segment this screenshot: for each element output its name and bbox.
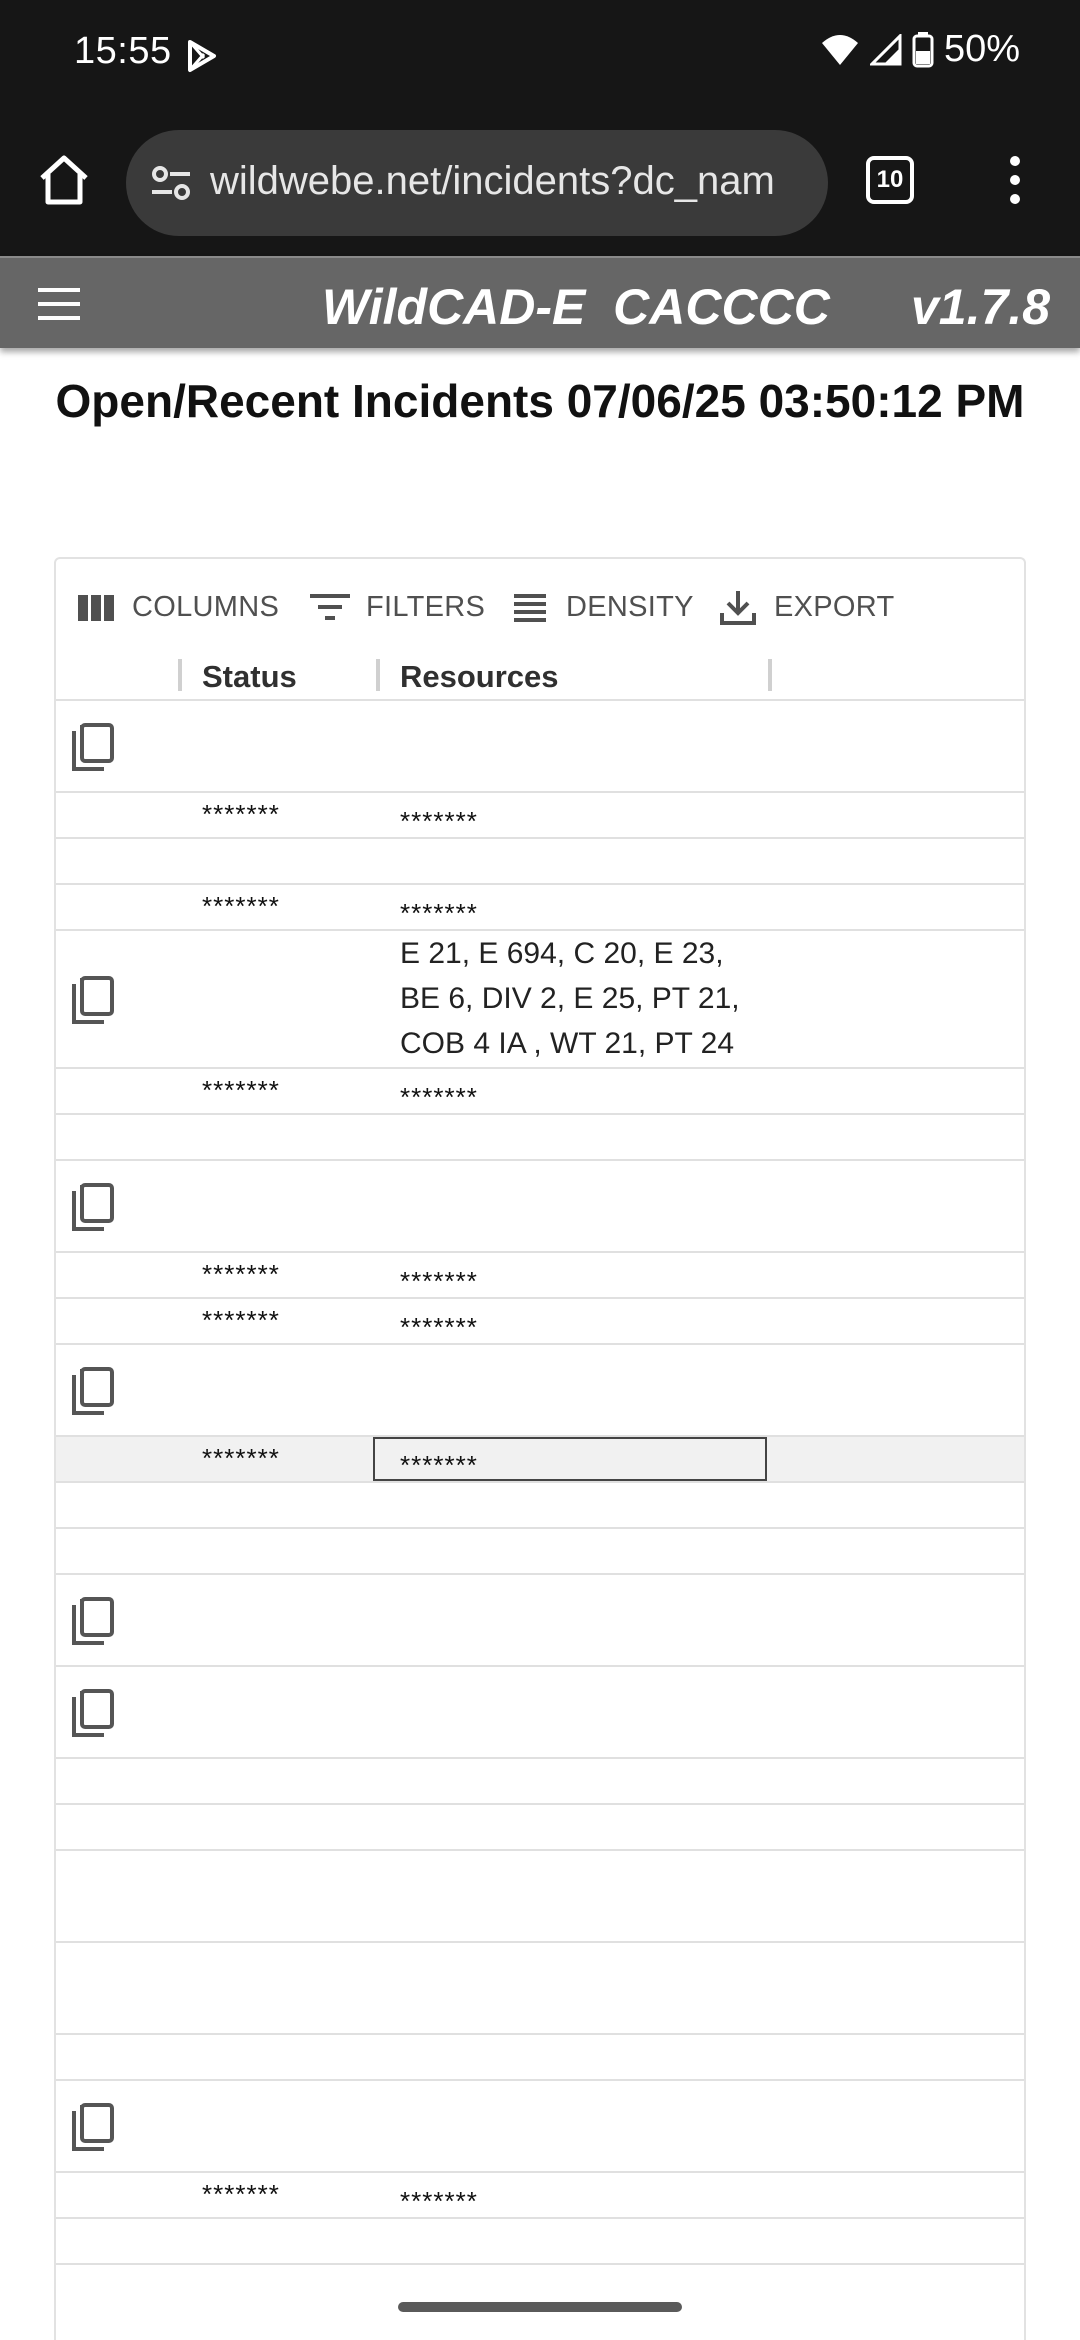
status-cell[interactable]: ******* [202,1259,280,1290]
resources-cell[interactable]: ******* [400,1305,760,1350]
grid-rows: ******* ******* ******* ******* E 21, E 694,… [56,701,1024,2265]
density-button[interactable]: DENSITY [508,585,694,629]
grid-toolbar: COLUMNS FILTERS DENSITY EXPORT [56,559,1024,653]
columns-button[interactable]: COLUMNS [74,585,279,629]
table-row[interactable]: E 21, E 694, C 20, E 23, BE 6, DIV 2, E … [56,931,1024,1069]
status-cell[interactable]: ******* [202,1305,280,1336]
resources-cell[interactable]: ******* [400,1075,760,1120]
hamburger-menu-icon[interactable] [38,288,80,320]
status-cell[interactable]: ******* [202,799,280,830]
status-cell[interactable]: ******* [202,2179,280,2210]
copy-icon[interactable] [70,974,118,1026]
resources-cell[interactable]: ******* [400,799,760,844]
table-row[interactable] [56,1759,1024,1805]
home-icon[interactable] [34,150,94,210]
column-header-resources[interactable]: Resources [400,659,559,695]
table-row[interactable]: ******* ******* [56,2173,1024,2219]
incidents-grid: COLUMNS FILTERS DENSITY EXPORT Status Re… [54,557,1026,2340]
more-menu-icon[interactable] [1000,156,1030,212]
table-row[interactable]: ******* ******* [56,1437,1024,1483]
site-settings-icon[interactable] [148,160,194,206]
table-row[interactable] [56,2219,1024,2265]
wifi-icon [821,34,858,65]
battery-icon [912,31,934,67]
copy-icon[interactable] [70,1595,118,1647]
resources-cell[interactable]: ******* [400,891,760,936]
copy-icon[interactable] [70,1687,118,1739]
table-row[interactable]: ******* ******* [56,1253,1024,1299]
table-row[interactable] [56,1345,1024,1437]
table-row[interactable] [56,1851,1024,1943]
table-row[interactable] [56,1667,1024,1759]
app-version: v1.7.8 [910,279,1050,335]
page-title: Open/Recent Incidents 07/06/25 03:50:12 … [55,375,1025,427]
tab-switcher-button[interactable]: 10 [866,156,914,204]
resources-cell[interactable]: ******* [400,1443,760,1488]
status-cell[interactable]: ******* [202,1075,280,1106]
filters-label: FILTERS [366,590,486,623]
table-row[interactable] [56,839,1024,885]
gesture-navigation-bar[interactable] [398,2302,682,2312]
column-separator[interactable] [768,659,772,691]
filters-button[interactable]: FILTERS [308,585,485,629]
resources-cell[interactable]: ******* [400,2179,760,2224]
status-bar: 15:55 50% [0,0,1080,110]
resources-cell[interactable]: ******* [400,1259,760,1304]
table-row[interactable] [56,701,1024,793]
app-title: WildCAD-E CACCCC [322,279,830,335]
columns-label: COLUMNS [132,590,280,623]
table-row[interactable] [56,1805,1024,1851]
export-label: EXPORT [774,590,895,623]
column-header-status[interactable]: Status [202,659,297,695]
download-icon [720,591,756,625]
browser-toolbar: wildwebe.net/incidents?dc_nam 10 [0,110,1080,256]
table-row[interactable]: ******* ******* [56,1299,1024,1345]
columns-icon [78,595,114,621]
table-row[interactable]: ******* ******* [56,793,1024,839]
table-row[interactable] [56,1529,1024,1575]
column-separator[interactable] [178,659,182,691]
table-row[interactable] [56,1483,1024,1529]
table-row[interactable] [56,1115,1024,1161]
copy-icon[interactable] [70,2101,118,2153]
table-row[interactable] [56,1161,1024,1253]
table-row[interactable] [56,1943,1024,2035]
app-header: WildCAD-E CACCCC v1.7.8 [0,256,1080,348]
table-row[interactable] [56,2035,1024,2081]
export-button[interactable]: EXPORT [716,585,895,629]
table-row[interactable] [56,2081,1024,2173]
resources-cell[interactable]: E 21, E 694, C 20, E 23, BE 6, DIV 2, E … [400,931,760,1066]
column-header-row: Status Resources [56,653,1024,699]
status-time: 15:55 [74,30,172,72]
copy-icon[interactable] [70,721,118,773]
table-row[interactable] [56,1575,1024,1667]
density-icon [514,594,546,622]
filter-icon [310,594,350,620]
copy-icon[interactable] [70,1365,118,1417]
play-store-icon [188,40,216,72]
status-cell[interactable]: ******* [202,1443,280,1474]
copy-icon[interactable] [70,1181,118,1233]
signal-icon [869,33,902,65]
url-text[interactable]: wildwebe.net/incidents?dc_nam [210,159,810,204]
status-cell[interactable]: ******* [202,891,280,922]
table-row[interactable]: ******* ******* [56,885,1024,931]
table-row[interactable]: ******* ******* [56,1069,1024,1115]
density-label: DENSITY [566,590,694,623]
battery-percent: 50% [943,28,1020,70]
url-bar[interactable]: wildwebe.net/incidents?dc_nam [126,130,828,236]
status-indicators: 50% [820,28,1020,71]
column-separator[interactable] [376,659,380,691]
